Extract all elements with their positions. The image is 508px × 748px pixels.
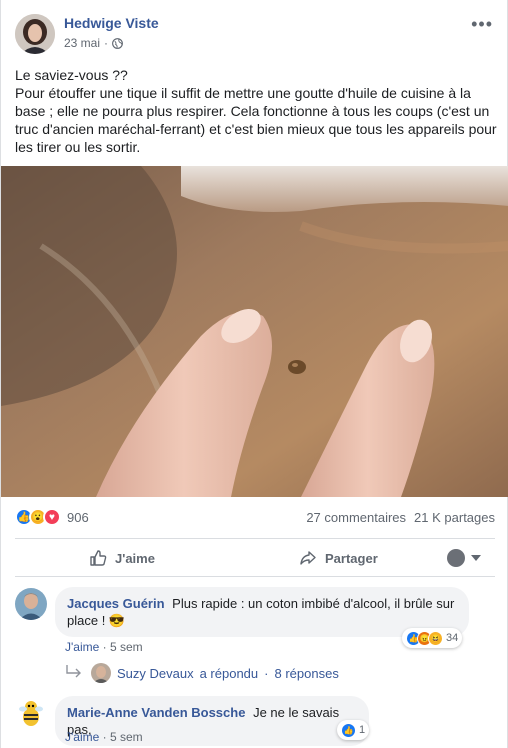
commenter-name[interactable]: Marie-Anne Vanden Bossche [67, 705, 245, 720]
comment-like-link[interactable]: J'aime [65, 730, 99, 744]
comment-reactions[interactable]: 👍 😠 😆 34 [402, 628, 463, 648]
post-text-line1: Le saviez-vous ?? [15, 67, 128, 83]
love-reaction-icon: ♥ [43, 508, 61, 526]
thumbs-up-icon [90, 550, 107, 566]
shares-count[interactable]: 21 K partages [414, 510, 495, 525]
comment-reaction-count: 1 [359, 724, 366, 736]
author-name[interactable]: Hedwige Viste [64, 15, 159, 31]
comment-time[interactable]: 5 sem [110, 640, 143, 654]
post-text: Le saviez-vous ?? Pour étouffer une tiqu… [15, 66, 497, 156]
share-label: Partager [325, 550, 378, 566]
like-button[interactable]: J'aime [89, 549, 155, 567]
comment-meta: J'aime · 5 sem [65, 640, 143, 654]
post-photo[interactable] [1, 166, 508, 497]
more-options-icon[interactable]: ••• [471, 14, 493, 35]
meta-separator: · [104, 36, 109, 50]
comments-count[interactable]: 27 commentaires [306, 510, 406, 525]
reaction-count[interactable]: 906 [67, 510, 89, 525]
replier-name: Suzy Devaux [117, 665, 194, 681]
replied-text: a répondu [199, 665, 259, 681]
commenter-name[interactable]: Jacques Guérin [67, 596, 165, 611]
post-meta: 23 mai · [64, 36, 123, 50]
comment-meta: J'aime · 5 sem [65, 730, 143, 744]
post-actions: J'aime Partager [15, 541, 495, 575]
haha-reaction-icon: 😆 [428, 630, 443, 646]
chevron-down-icon [471, 555, 481, 561]
comment-like-link[interactable]: J'aime [65, 640, 99, 654]
post-text-line2: Pour étouffer une tique il suffit de met… [15, 85, 497, 155]
user-avatar [447, 549, 465, 567]
like-reaction-icon: 👍 [341, 722, 356, 738]
reaction-icons[interactable]: 👍 😮 ♥ [15, 508, 61, 526]
reply-arrow-icon [66, 665, 81, 678]
comment-reaction-count: 34 [446, 632, 459, 644]
comment-time[interactable]: 5 sem [110, 730, 143, 744]
comment-avatar[interactable] [15, 697, 47, 729]
comment-avatar[interactable] [15, 588, 47, 620]
divider [15, 538, 495, 539]
replies-count: 8 réponses [274, 665, 339, 681]
like-label: J'aime [115, 550, 155, 566]
replies-separator: · [264, 665, 269, 681]
globe-icon[interactable] [112, 37, 123, 49]
divider [15, 576, 495, 577]
author-avatar[interactable] [15, 14, 55, 54]
comment-reactions[interactable]: 👍 1 [337, 720, 370, 740]
share-button[interactable]: Partager [299, 549, 378, 567]
share-arrow-icon [300, 551, 316, 565]
replier-avatar [91, 663, 111, 683]
audience-selector[interactable] [447, 549, 481, 567]
post-card: Hedwige Viste 23 mai · ••• Le saviez-vou… [0, 0, 508, 748]
reactions-summary: 👍 😮 ♥ 906 27 commentaires 21 K partages [15, 506, 495, 528]
view-replies-link[interactable]: Suzy Devaux a répondu · 8 réponses [91, 663, 339, 683]
post-date[interactable]: 23 mai [64, 36, 100, 50]
